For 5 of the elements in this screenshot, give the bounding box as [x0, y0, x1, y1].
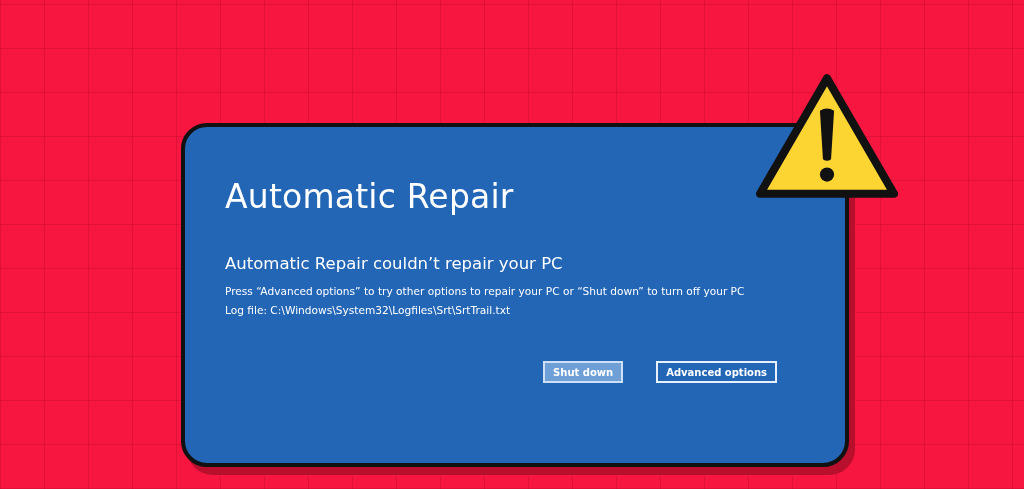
log-file-path: Log file: C:\Windows\System32\Logfiles\Srt\SrtTrail.txt — [225, 303, 512, 318]
screen-heading: Automatic Repair couldn’t repair your PC — [225, 254, 564, 273]
screen-title: Automatic Repair — [225, 177, 515, 216]
message-text: Press “Advanced options” to try other options to repair your PC or “Shut down” to turn off your PC — [225, 284, 746, 299]
advanced-options-button[interactable]: Advanced options — [656, 361, 777, 383]
